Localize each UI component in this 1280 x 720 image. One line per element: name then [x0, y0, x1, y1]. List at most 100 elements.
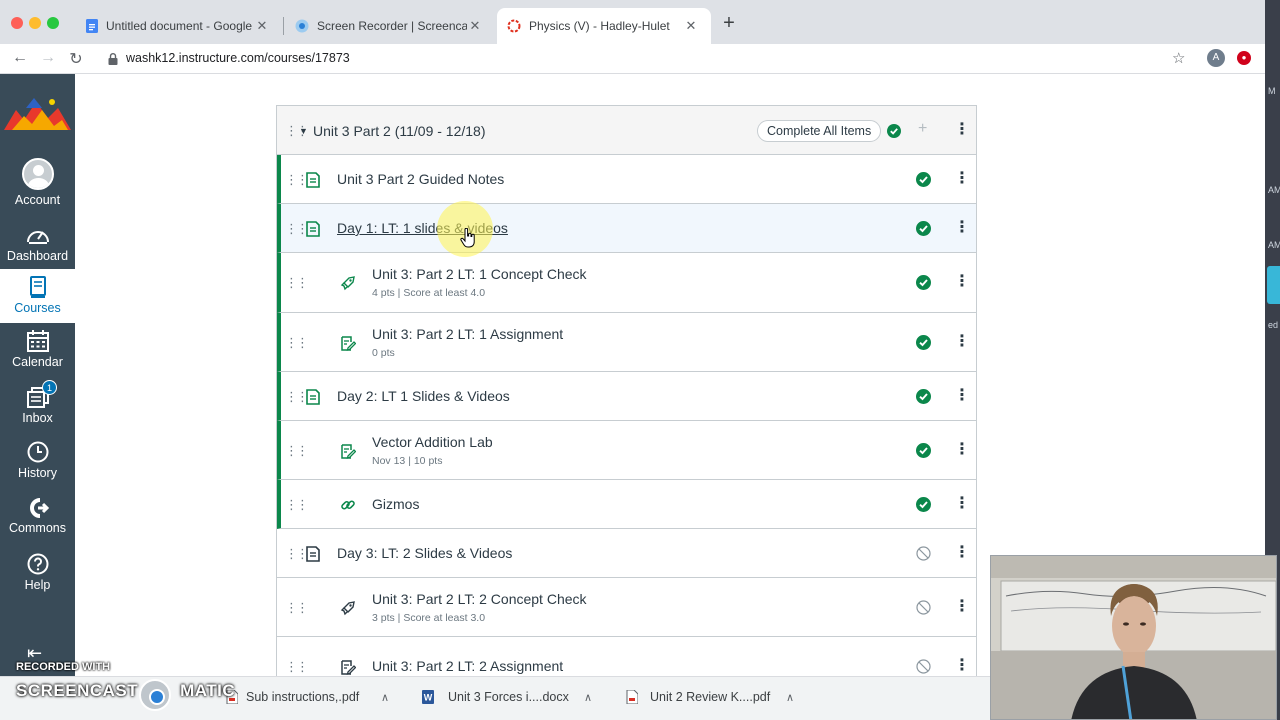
item-options-icon[interactable]: ⋮	[954, 388, 970, 404]
module-item-title-link[interactable]: Unit 3: Part 2 LT: 2 Concept Check	[372, 591, 587, 607]
inbox-unread-badge: 1	[42, 380, 57, 395]
nav-label: Inbox	[22, 411, 53, 425]
item-options-icon[interactable]: ⋮	[954, 545, 970, 561]
course-module: ⋮⋮ ▼ Unit 3 Part 2 (11/09 - 12/18) Compl…	[276, 105, 977, 720]
edge-text: ed	[1268, 320, 1279, 330]
nav-help[interactable]: Help	[0, 553, 75, 592]
module-item-title-link[interactable]: Day 3: LT: 2 Slides & Videos	[337, 545, 512, 561]
nav-label: Courses	[14, 301, 61, 315]
drag-handle-icon[interactable]: ⋮⋮	[285, 601, 309, 615]
nav-inbox[interactable]: 1 Inbox	[0, 380, 75, 425]
drag-handle-icon[interactable]: ⋮⋮	[285, 390, 309, 404]
word-icon: W	[422, 690, 434, 704]
drag-handle-icon[interactable]: ⋮⋮	[285, 498, 309, 512]
download-item-name[interactable]: Unit 3 Forces i....docx	[448, 690, 569, 704]
background-window-tab	[1267, 266, 1280, 304]
drag-handle-icon[interactable]: ⋮⋮	[285, 660, 309, 674]
browser-tab-google-docs[interactable]: Untitled document - Google Do ✕	[76, 8, 282, 44]
drag-handle-icon[interactable]: ⋮⋮	[285, 336, 309, 350]
detail-separator: |	[405, 455, 414, 467]
module-item-title-link[interactable]: Unit 3: Part 2 LT: 2 Assignment	[372, 658, 563, 674]
module-item-row[interactable]: ⋮⋮ Vector Addition Lab Nov 13 | 10 pts ⋮	[277, 421, 976, 480]
close-tab-icon[interactable]: ✕	[254, 18, 270, 34]
help-icon	[27, 553, 48, 575]
not-completed-icon	[916, 600, 931, 615]
drag-handle-icon[interactable]: ⋮⋮	[285, 222, 309, 236]
extension-icon[interactable]: ●	[1237, 51, 1251, 65]
drag-handle-icon[interactable]: ⋮⋮	[285, 276, 309, 290]
nav-calendar[interactable]: Calendar	[0, 330, 75, 369]
tab-title: Screen Recorder | Screencast-	[317, 19, 467, 33]
module-item-row[interactable]: ⋮⋮ Gizmos ⋮	[277, 480, 976, 529]
presenter-video-frame	[991, 556, 1276, 719]
item-options-icon[interactable]: ⋮	[954, 220, 970, 236]
chevron-up-icon[interactable]: ∧	[381, 691, 389, 704]
webcam-overlay	[990, 555, 1277, 720]
module-item-row[interactable]: ⋮⋮ Unit 3: Part 2 LT: 1 Assignment 0 pts ⋮	[277, 313, 976, 372]
module-options-icon[interactable]: ⋮	[954, 122, 970, 138]
bookmark-star-icon[interactable]: ☆	[1172, 49, 1185, 67]
collapse-caret-icon[interactable]: ▼	[299, 126, 308, 136]
chevron-up-icon[interactable]: ∧	[786, 691, 794, 704]
profile-avatar[interactable]: A	[1207, 49, 1225, 67]
drag-handle-icon[interactable]: ⋮⋮	[285, 124, 309, 138]
dashboard-icon	[26, 231, 49, 244]
item-options-icon[interactable]: ⋮	[954, 274, 970, 290]
download-item-name[interactable]: Unit 2 Review K....pdf	[650, 690, 770, 704]
module-item-row[interactable]: ⋮⋮ Day 1: LT: 1 slides & videos ⋮	[277, 204, 976, 253]
school-logo[interactable]	[2, 96, 73, 132]
nav-dashboard[interactable]: Dashboard	[0, 224, 75, 263]
reload-icon[interactable]: ↻	[66, 49, 86, 69]
zoom-window-button[interactable]	[47, 17, 59, 29]
close-tab-icon[interactable]: ✕	[467, 18, 483, 34]
module-item-row[interactable]: ⋮⋮ Unit 3 Part 2 Guided Notes ⋮	[277, 155, 976, 204]
download-item-name[interactable]: Sub instructions,.pdf	[246, 690, 359, 704]
forward-arrow-icon[interactable]: →	[38, 49, 58, 67]
browser-tab-physics[interactable]: Physics (V) - Hadley-Hulet ✕	[497, 8, 711, 44]
item-options-icon[interactable]: ⋮	[954, 599, 970, 615]
nav-label: Calendar	[12, 355, 63, 369]
module-item-row[interactable]: ⋮⋮ Day 3: LT: 2 Slides & Videos ⋮	[277, 529, 976, 578]
nav-account[interactable]: Account	[0, 158, 75, 207]
module-item-details: 4 pts | Score at least 4.0	[372, 287, 485, 299]
browser-tab-screencast[interactable]: Screen Recorder | Screencast- ✕	[285, 8, 495, 44]
close-window-button[interactable]	[11, 17, 23, 29]
add-item-icon[interactable]: +	[918, 120, 927, 138]
module-item-row[interactable]: ⋮⋮ Unit 3: Part 2 LT: 1 Concept Check 4 pt…	[277, 253, 976, 313]
minimize-window-button[interactable]	[29, 17, 41, 29]
module-header[interactable]: ⋮⋮ ▼ Unit 3 Part 2 (11/09 - 12/18) Compl…	[277, 106, 976, 155]
global-navigation: Account Dashboard Courses Calendar 1 Inb…	[0, 74, 75, 720]
drag-handle-icon[interactable]: ⋮⋮	[285, 547, 309, 561]
item-options-icon[interactable]: ⋮	[954, 171, 970, 187]
back-arrow-icon[interactable]: ←	[10, 49, 30, 67]
module-item-title-link[interactable]: Unit 3 Part 2 Guided Notes	[337, 171, 504, 187]
module-item-title-link[interactable]: Unit 3: Part 2 LT: 1 Assignment	[372, 326, 563, 342]
item-options-icon[interactable]: ⋮	[954, 658, 970, 674]
close-tab-icon[interactable]: ✕	[683, 18, 699, 34]
link-icon	[340, 497, 355, 513]
detail-value: 4 pts	[372, 287, 395, 299]
item-options-icon[interactable]: ⋮	[954, 496, 970, 512]
item-options-icon[interactable]: ⋮	[954, 442, 970, 458]
complete-check-icon	[916, 335, 931, 350]
drag-handle-icon[interactable]: ⋮⋮	[285, 173, 309, 187]
complete-all-items-button[interactable]: Complete All Items	[757, 120, 882, 142]
clock-icon	[27, 441, 48, 463]
nav-courses[interactable]: Courses	[0, 269, 75, 323]
module-item-title-link[interactable]: Vector Addition Lab	[372, 434, 493, 450]
complete-check-icon	[916, 389, 931, 404]
nav-commons[interactable]: Commons	[0, 498, 75, 535]
module-item-row[interactable]: ⋮⋮ Unit 3: Part 2 LT: 2 Concept Check 3 pt…	[277, 578, 976, 637]
chevron-up-icon[interactable]: ∧	[584, 691, 592, 704]
item-options-icon[interactable]: ⋮	[954, 334, 970, 350]
module-item-title-link[interactable]: Day 2: LT 1 Slides & Videos	[337, 388, 510, 404]
address-bar[interactable]: washk12.instructure.com/courses/17873	[126, 51, 350, 65]
module-item-title-link[interactable]: Gizmos	[372, 496, 419, 512]
new-tab-button[interactable]: +	[720, 13, 738, 33]
nav-history[interactable]: History	[0, 441, 75, 480]
edge-text: AM	[1268, 240, 1280, 250]
module-item-row[interactable]: ⋮⋮ Day 2: LT 1 Slides & Videos ⋮	[277, 372, 976, 421]
drag-handle-icon[interactable]: ⋮⋮	[285, 444, 309, 458]
module-item-title-link[interactable]: Unit 3: Part 2 LT: 1 Concept Check	[372, 266, 587, 282]
quiz-icon	[340, 600, 355, 616]
